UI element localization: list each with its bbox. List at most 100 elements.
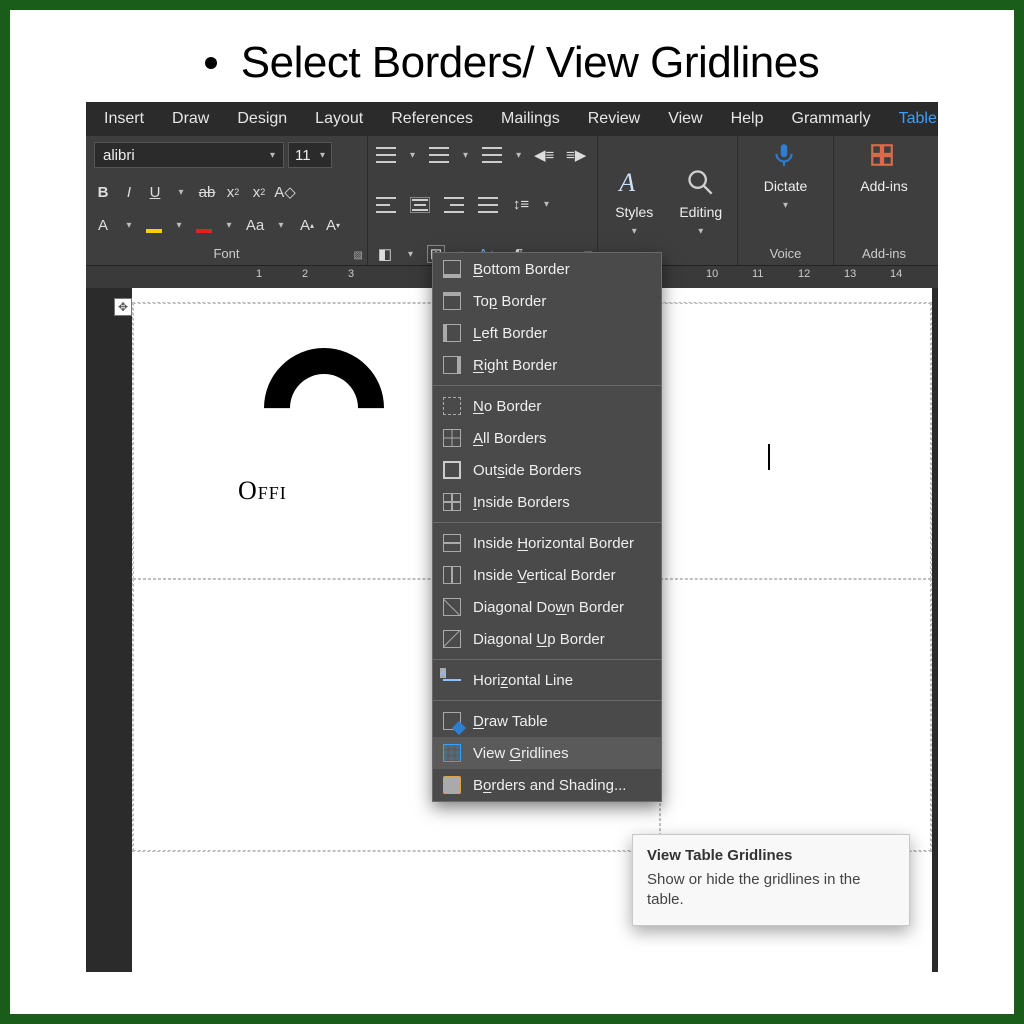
- numbering-button[interactable]: [429, 147, 449, 163]
- editing-label: Editing: [679, 204, 722, 220]
- tooltip-body: Show or hide the gridlines in the table.: [647, 870, 895, 911]
- ribbon-group-font: alibri ▾ 11 ▾ B I U ▾ ab x2 x2 A◇: [86, 136, 368, 265]
- font-name-value: alibri: [103, 147, 135, 164]
- justify-button[interactable]: [478, 197, 498, 213]
- styles-label: Styles: [615, 204, 653, 220]
- chevron-down-icon: ▾: [783, 200, 788, 211]
- table-cell[interactable]: [660, 579, 931, 851]
- menu-item-borders-and-shading[interactable]: Borders and Shading...: [433, 769, 661, 801]
- chevron-down-icon: ▾: [463, 150, 468, 161]
- dictate-label: Dictate: [764, 178, 808, 194]
- font-dialog-launcher-icon[interactable]: ▧: [354, 250, 363, 261]
- ribbon-tabs: Insert Draw Design Layout References Mai…: [86, 102, 938, 136]
- all-borders-icon: [443, 429, 461, 447]
- addins-button[interactable]: Add-ins: [847, 142, 921, 194]
- diagonal-up-icon: [443, 630, 461, 648]
- chevron-down-icon: ▾: [632, 226, 637, 237]
- line-spacing-button[interactable]: ↕≡: [512, 196, 530, 214]
- ruler-mark: 2: [302, 268, 308, 280]
- menu-item-horizontal-line[interactable]: Horizontal Line: [433, 664, 661, 696]
- align-center-button[interactable]: [410, 197, 430, 213]
- tab-layout[interactable]: Layout: [301, 102, 377, 136]
- clear-format-button[interactable]: A◇: [276, 183, 294, 201]
- tab-help[interactable]: Help: [717, 102, 778, 136]
- menu-item-inside-borders[interactable]: Inside Borders: [433, 486, 661, 518]
- menu-separator: [433, 522, 661, 523]
- styles-button[interactable]: A Styles ▾: [606, 168, 663, 237]
- ribbon-group-voice: Dictate ▾ Voice: [738, 136, 834, 265]
- menu-item-view-gridlines[interactable]: View Gridlines: [433, 737, 661, 769]
- increase-indent-button[interactable]: ≡▶: [567, 146, 585, 164]
- menu-item-diagonal-down[interactable]: Diagonal Down Border: [433, 591, 661, 623]
- tab-insert[interactable]: Insert: [90, 102, 158, 136]
- chevron-down-icon: ▾: [170, 217, 188, 235]
- tab-mailings[interactable]: Mailings: [487, 102, 574, 136]
- chevron-down-icon: ▾: [410, 150, 415, 161]
- tab-review[interactable]: Review: [574, 102, 654, 136]
- font-name-select[interactable]: alibri ▾: [94, 142, 284, 168]
- table-cell[interactable]: [660, 303, 931, 579]
- ruler-mark: 3: [348, 268, 354, 280]
- inside-horizontal-icon: [443, 534, 461, 552]
- menu-item-top-border[interactable]: Top Border: [433, 285, 661, 317]
- bullets-button[interactable]: [376, 147, 396, 163]
- ribbon-group-addins: Add-ins Add-ins: [834, 136, 934, 265]
- strikethrough-button[interactable]: ab: [198, 183, 216, 201]
- menu-separator: [433, 385, 661, 386]
- change-case-button[interactable]: Aa: [246, 217, 264, 235]
- tab-draw[interactable]: Draw: [158, 102, 223, 136]
- chevron-down-icon: ▾: [516, 150, 521, 161]
- shading-button[interactable]: ◧: [376, 245, 394, 263]
- outside-borders-icon: [443, 461, 461, 479]
- styles-icon: A: [619, 168, 649, 198]
- addins-icon: [869, 142, 899, 172]
- menu-item-right-border[interactable]: Right Border: [433, 349, 661, 381]
- editing-button[interactable]: Editing ▾: [673, 168, 730, 237]
- menu-separator: [433, 659, 661, 660]
- highlight-button[interactable]: [146, 219, 162, 233]
- font-size-select[interactable]: 11 ▾: [288, 142, 332, 168]
- chevron-down-icon: ▾: [544, 199, 549, 210]
- grow-font-button[interactable]: A▴: [298, 217, 316, 235]
- font-size-value: 11: [295, 147, 311, 164]
- tab-references[interactable]: References: [377, 102, 487, 136]
- menu-item-left-border[interactable]: Left Border: [433, 317, 661, 349]
- menu-item-no-border[interactable]: No Border: [433, 390, 661, 422]
- tab-design[interactable]: Design: [223, 102, 301, 136]
- italic-button[interactable]: I: [120, 183, 138, 201]
- subscript-button[interactable]: x2: [224, 183, 242, 201]
- top-border-icon: [443, 292, 461, 310]
- tab-table[interactable]: Table: [885, 102, 938, 136]
- align-left-button[interactable]: [376, 197, 396, 213]
- tab-grammarly[interactable]: Grammarly: [778, 102, 885, 136]
- borders-shading-icon: [443, 776, 461, 794]
- menu-item-draw-table[interactable]: Draw Table: [433, 705, 661, 737]
- microphone-icon: [771, 142, 801, 172]
- chevron-down-icon: ▾: [272, 217, 290, 235]
- ribbon-group-paragraph: ▾ ▾ ▾ ◀≡ ≡▶ ↕≡▾ ◧▾ ⊞▾ A↓ ¶: [368, 136, 598, 265]
- multilevel-button[interactable]: [482, 147, 502, 163]
- shrink-font-button[interactable]: A▾: [324, 217, 342, 235]
- chevron-down-icon: ▾: [172, 183, 190, 201]
- left-border-icon: [443, 324, 461, 342]
- menu-item-all-borders[interactable]: All Borders: [433, 422, 661, 454]
- menu-item-inside-horizontal[interactable]: Inside Horizontal Border: [433, 527, 661, 559]
- instruction-row: Select Borders/ View Gridlines: [28, 28, 996, 102]
- tab-view[interactable]: View: [654, 102, 716, 136]
- tooltip: View Table Gridlines Show or hide the gr…: [632, 834, 910, 926]
- dictate-button[interactable]: Dictate ▾: [749, 142, 823, 211]
- font-color-button[interactable]: [196, 219, 212, 233]
- superscript-button[interactable]: x2: [250, 183, 268, 201]
- underline-button[interactable]: U: [146, 183, 164, 201]
- text-cursor: [768, 444, 770, 470]
- decrease-indent-button[interactable]: ◀≡: [535, 146, 553, 164]
- menu-item-inside-vertical[interactable]: Inside Vertical Border: [433, 559, 661, 591]
- bold-button[interactable]: B: [94, 183, 112, 201]
- table-move-handle-icon[interactable]: ✥: [114, 298, 132, 316]
- menu-item-diagonal-up[interactable]: Diagonal Up Border: [433, 623, 661, 655]
- text-effects-button[interactable]: A: [94, 217, 112, 235]
- align-right-button[interactable]: [444, 197, 464, 213]
- menu-item-outside-borders[interactable]: Outside Borders: [433, 454, 661, 486]
- font-group-label: Font: [94, 246, 359, 263]
- menu-item-bottom-border[interactable]: Bottom Border: [433, 253, 661, 285]
